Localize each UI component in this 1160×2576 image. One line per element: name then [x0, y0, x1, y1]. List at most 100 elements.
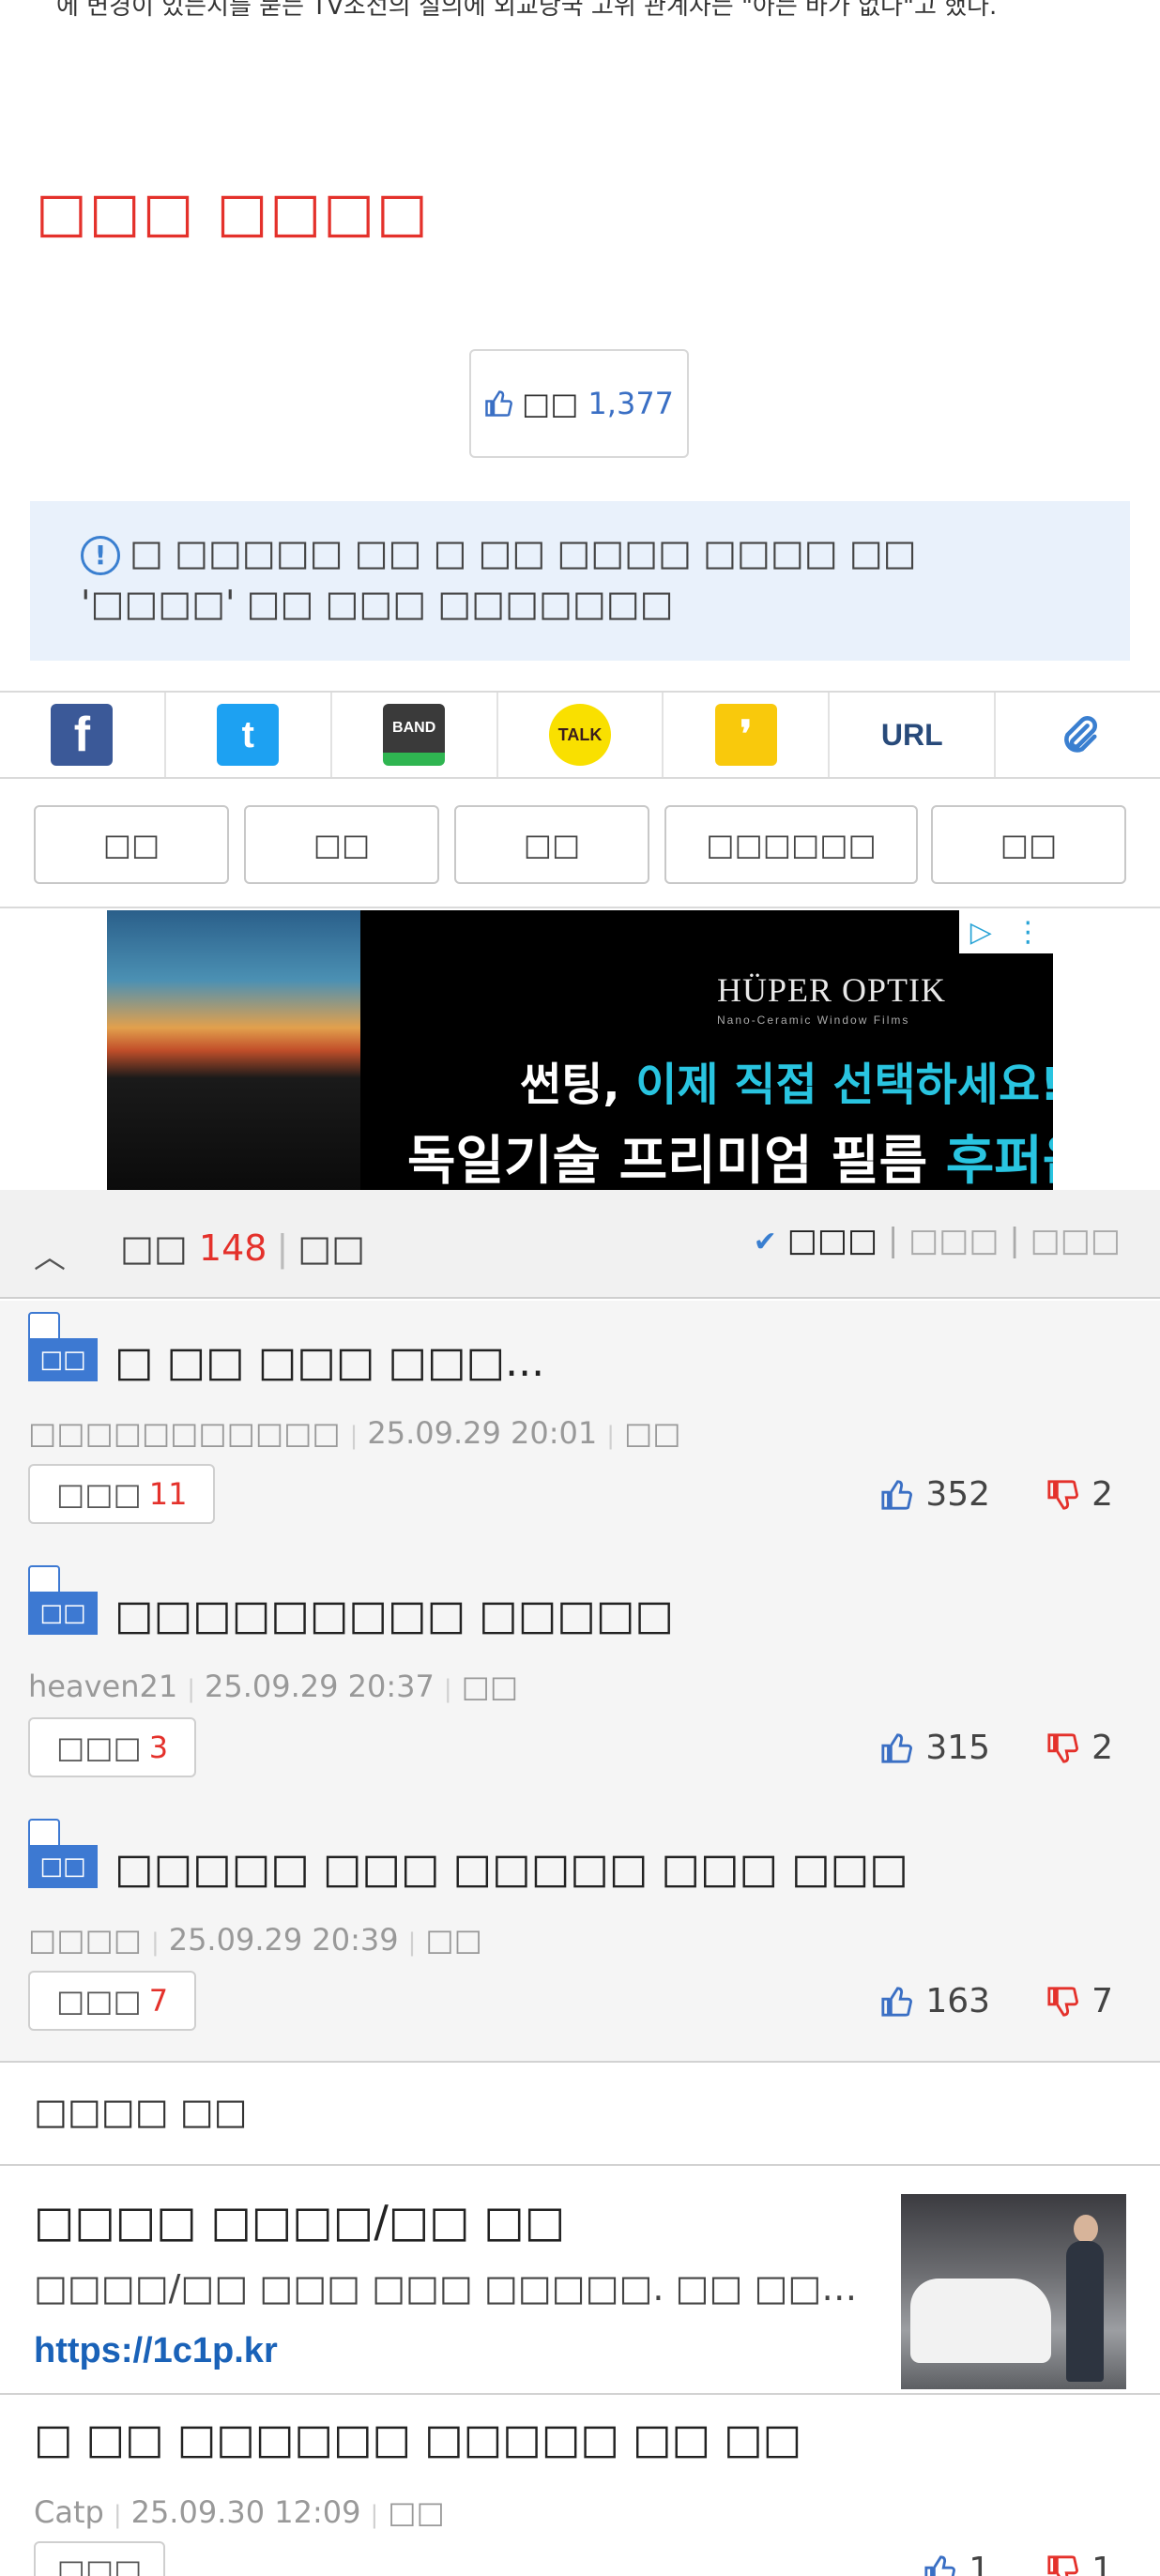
recommend-count: 1,377 [588, 386, 675, 421]
ad-brand-sub: Nano-Ceramic Window Films [717, 1014, 910, 1027]
reply-button[interactable]: □□□ 7 [28, 1971, 197, 2031]
post-votes: 1 1 [923, 2551, 1113, 2576]
thumbs-up-icon [485, 390, 512, 417]
related-posts-label: □□□□ □□ [34, 2091, 248, 2132]
person-head [1074, 2215, 1098, 2243]
comment-tag: □□ [624, 1415, 681, 1451]
recommend-label: □□ [521, 386, 579, 421]
comments-title: □□ 148 | □□ [120, 1227, 366, 1269]
comment-date: 25.09.29 20:37 [204, 1669, 435, 1704]
sort-option-3[interactable]: □□□ [1030, 1222, 1121, 1259]
comment-date: 25.09.29 20:01 [367, 1415, 598, 1451]
post-tag: □□ [388, 2494, 445, 2530]
collapse-caret-icon[interactable]: ︿ [34, 1231, 66, 1277]
best-comment: □□ □□□□□□□□□ □□□□□ heaven21 | 25.09.29 20:… [0, 1554, 1160, 1809]
best-badge: □□ [28, 1592, 98, 1635]
comment-author: □□□□ [28, 1922, 142, 1958]
paperclip-icon [1063, 716, 1097, 753]
downvote-button[interactable]: 7 [1046, 1982, 1113, 2020]
promo-thumbnail[interactable] [901, 2194, 1126, 2389]
comment-votes: 163 7 [880, 1982, 1113, 2020]
ad-headline-2: 독일기술 프리미엄 필름 후퍼옵틱. [407, 1131, 1053, 1190]
ad-photo [107, 910, 360, 1190]
comment-tag: □□ [425, 1922, 482, 1958]
action-row: □□ □□ □□ □□□□□□ □□ [0, 786, 1160, 908]
post-title[interactable]: □ □□ □□□□□□ □□□□□ □□ □□ [34, 2416, 801, 2463]
downvote-button[interactable]: 2 [1046, 1475, 1113, 1514]
downvote-button[interactable]: 1 [1046, 2551, 1113, 2576]
reply-button[interactable]: □□□ 3 [28, 1717, 197, 1777]
post-author: Catp [34, 2494, 104, 2530]
share-twitter[interactable]: t [166, 693, 332, 777]
ad-brand: HÜPER OPTIK [717, 971, 947, 1009]
red-heading: □□□ □□□□ [36, 180, 430, 244]
advertisement-banner[interactable]: HÜPER OPTIK Nano-Ceramic Window Films 썬팅… [107, 910, 1053, 1190]
action-button-3[interactable]: □□ [454, 805, 649, 884]
share-kakaostory[interactable]: ❜ [664, 693, 831, 777]
divider [0, 2164, 1160, 2166]
thumbs-down-icon [1047, 1986, 1079, 2017]
comment-text[interactable]: □□□□□□□□□ □□□□□ [114, 1592, 674, 1639]
ad-choices[interactable]: ▷ ⋮ [959, 910, 1053, 953]
best-comment: □□ □□□□□ □□□ □□□□□ □□□ □□□ □□□□ | 25.09.29… [0, 1807, 1160, 2063]
thumbs-down-icon [1047, 2554, 1079, 2576]
thumbs-down-icon [1047, 1732, 1079, 1763]
upvote-button[interactable]: 163 [880, 1982, 990, 2020]
more-vertical-icon: ⋮ [1014, 915, 1043, 949]
thumbs-up-icon [881, 1732, 913, 1763]
sort-option-active[interactable]: □□□ [787, 1222, 878, 1259]
comment-author: □□□□□□□□□□□ [28, 1415, 341, 1451]
share-band[interactable]: BAND [332, 693, 498, 777]
post-meta: Catp | 25.09.30 12:09 | □□ [34, 2494, 445, 2530]
kakaostory-icon: ❜ [714, 704, 777, 766]
post-date: 25.09.30 12:09 [130, 2494, 361, 2530]
comment-text[interactable]: □□□□□ □□□ □□□□□ □□□ □□□ [114, 1845, 908, 1893]
car-image [910, 2279, 1051, 2363]
share-url[interactable]: URL [830, 693, 997, 777]
promo-title[interactable]: □□□□ □□□□/□□ □□ [34, 2196, 565, 2247]
sort-option-2[interactable]: □□□ [908, 1222, 999, 1259]
share-clip[interactable] [996, 693, 1160, 777]
notice-text: □ □□□□□ □□ □ □□ □□□□ □□□□ □□ '□□□□' □□ □… [81, 532, 917, 624]
action-button-4[interactable]: □□□□□□ [664, 805, 918, 884]
ad-headline-1: 썬팅, 이제 직접 선택하세요! [520, 1059, 1053, 1111]
comment-meta: □□□□□□□□□□□ | 25.09.29 20:01 | □□ [28, 1415, 681, 1451]
upvote-button[interactable]: 1 [923, 2551, 990, 2576]
comments-count: 148 [198, 1227, 267, 1269]
best-badge: □□ [28, 1338, 98, 1381]
check-icon: ✔ [753, 1226, 777, 1258]
article-text-tail: 에 변경이 있는지를 묻는 TV조선의 질의에 외교당국 고위 관계자는 "아는… [56, 0, 998, 21]
thumbs-up-icon [924, 2554, 956, 2576]
thumbs-up-icon [881, 1479, 913, 1510]
share-facebook[interactable]: f [0, 693, 166, 777]
person-image [1066, 2241, 1104, 2382]
kakaotalk-icon: TALK [549, 704, 611, 766]
comment-tag: □□ [461, 1669, 519, 1704]
action-button-5[interactable]: □□ [931, 805, 1126, 884]
thumbs-up-icon [881, 1986, 913, 2017]
band-icon: BAND [383, 704, 446, 766]
ad-play-icon: ▷ [969, 915, 992, 949]
comment-sort: ✔ □□□ | □□□ | □□□ [753, 1222, 1121, 1259]
promo-link[interactable]: https://1c1p.kr [34, 2331, 278, 2371]
recommend-button[interactable]: □□ 1,377 [469, 349, 689, 458]
reply-button[interactable]: □□□ 11 [28, 1464, 216, 1524]
post-reply-button[interactable]: □□□ [34, 2541, 165, 2576]
upvote-button[interactable]: 352 [880, 1475, 990, 1514]
comment-text[interactable]: □ □□ □□□ □□□... [114, 1338, 544, 1386]
share-kakaotalk[interactable]: TALK [498, 693, 664, 777]
downvote-button[interactable]: 2 [1046, 1729, 1113, 1767]
comment-votes: 315 2 [880, 1729, 1113, 1767]
divider [0, 2393, 1160, 2395]
comment-meta: heaven21 | 25.09.29 20:37 | □□ [28, 1669, 519, 1704]
best-badge: □□ [28, 1845, 98, 1888]
twitter-icon: t [217, 704, 280, 766]
best-comment: □□ □ □□ □□□ □□□... □□□□□□□□□□□ | 25.09.29 … [0, 1301, 1160, 1556]
action-button-2[interactable]: □□ [244, 805, 439, 884]
comment-author: heaven21 [28, 1669, 178, 1704]
thumbs-down-icon [1047, 1479, 1079, 1510]
info-icon: ! [81, 535, 120, 575]
action-button-1[interactable]: □□ [34, 805, 229, 884]
notice-box: ! □ □□□□□ □□ □ □□ □□□□ □□□□ □□ '□□□□' □□ … [30, 501, 1130, 661]
upvote-button[interactable]: 315 [880, 1729, 990, 1767]
